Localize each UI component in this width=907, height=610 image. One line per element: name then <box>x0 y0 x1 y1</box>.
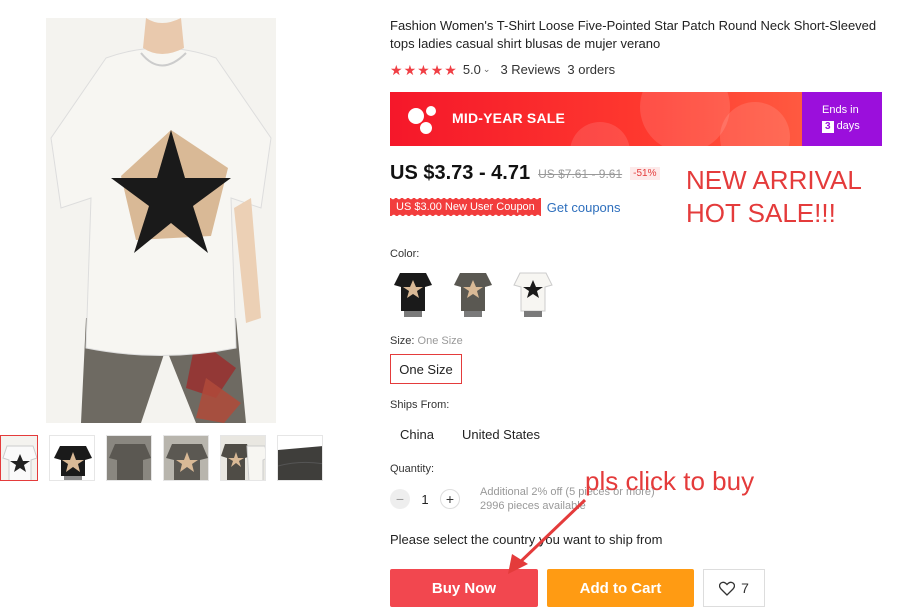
thumbnail-2[interactable] <box>49 435 95 481</box>
color-options <box>392 267 554 317</box>
mid-year-sale-banner[interactable]: MID-YEAR SALE Ends in 3 days <box>390 92 882 146</box>
color-label: Color: <box>390 248 420 260</box>
color-option-white[interactable] <box>512 267 554 317</box>
original-price: US $7.61 - 9.61 <box>538 166 623 181</box>
banner-decoration <box>570 122 630 146</box>
get-coupons-link[interactable]: Get coupons <box>547 200 621 215</box>
ship-option-china[interactable]: China <box>390 419 444 450</box>
quantity-plus-button[interactable]: + <box>440 489 460 509</box>
ships-from-options: China United States <box>390 419 550 450</box>
quantity-label: Quantity: <box>390 463 435 475</box>
color-option-gray[interactable] <box>452 267 494 317</box>
promo-line-1: NEW ARRIVAL <box>686 165 862 195</box>
product-title: Fashion Women's T-Shirt Loose Five-Point… <box>390 18 877 51</box>
price-row: US $3.73 - 4.71 US $7.61 - 9.61 -51% <box>390 162 660 185</box>
sale-countdown: Ends in 3 days <box>802 92 882 146</box>
current-price: US $3.73 - 4.71 <box>390 162 531 184</box>
banner-decoration <box>640 92 730 146</box>
thumbnail-strip <box>0 435 323 481</box>
star-icon: ★ <box>444 61 457 78</box>
size-selected: One Size <box>417 335 463 347</box>
click-to-buy-annotation: pls click to buy <box>585 466 755 496</box>
days-count: 3 <box>822 121 834 133</box>
star-icon: ★ <box>390 61 403 78</box>
heart-icon <box>719 581 736 596</box>
discount-badge: -51% <box>630 167 660 180</box>
quantity-minus-button[interactable]: − <box>390 489 410 509</box>
color-option-black[interactable] <box>392 267 434 317</box>
promo-line-2: HOT SALE!!! <box>686 198 836 228</box>
arrow-annotation <box>508 498 587 574</box>
size-option-one-size[interactable]: One Size <box>390 354 462 384</box>
orders-count: 3 orders <box>567 62 616 77</box>
star-icon: ★ <box>430 61 444 78</box>
rating-row: ★ ★ ★ ★ ★ 5.0 ⌄ 3 Reviews 3 orders <box>390 62 615 77</box>
wishlist-button[interactable]: 7 <box>703 569 765 607</box>
reviews-link[interactable]: 3 Reviews <box>500 62 560 77</box>
ship-option-united-states[interactable]: United States <box>452 419 550 450</box>
thumbnail-6[interactable] <box>277 435 323 481</box>
wishlist-count: 7 <box>741 580 749 596</box>
thumbnail-5[interactable] <box>220 435 266 481</box>
quantity-input[interactable]: 1 <box>410 492 440 507</box>
sale-logo-icon <box>406 104 440 134</box>
sale-label: MID-YEAR SALE <box>452 110 566 126</box>
ends-in-label: Ends in <box>822 104 859 116</box>
star-icon: ★ <box>403 61 417 78</box>
size-label-row: Size: One Size <box>390 335 463 347</box>
rating-stars: ★ ★ ★ ★ ★ <box>390 63 457 77</box>
chevron-down-icon[interactable]: ⌄ <box>483 64 491 75</box>
star-icon: ★ <box>417 61 430 78</box>
coupon-row: US $3.00 New User Coupon Get coupons <box>390 198 621 216</box>
main-product-image[interactable] <box>46 18 276 423</box>
ships-from-label: Ships From: <box>390 399 450 411</box>
promo-overlay: NEW ARRIVAL HOT SALE!!! <box>686 164 862 230</box>
new-user-coupon[interactable]: US $3.00 New User Coupon <box>390 198 541 216</box>
rating-value[interactable]: 5.0 <box>463 62 481 77</box>
size-label: Size: <box>390 335 415 347</box>
thumbnail-4[interactable] <box>163 435 209 481</box>
thumbnail-3[interactable] <box>106 435 152 481</box>
days-label: days <box>836 120 860 132</box>
thumbnail-1[interactable] <box>0 435 38 481</box>
banner-decoration <box>720 102 790 146</box>
